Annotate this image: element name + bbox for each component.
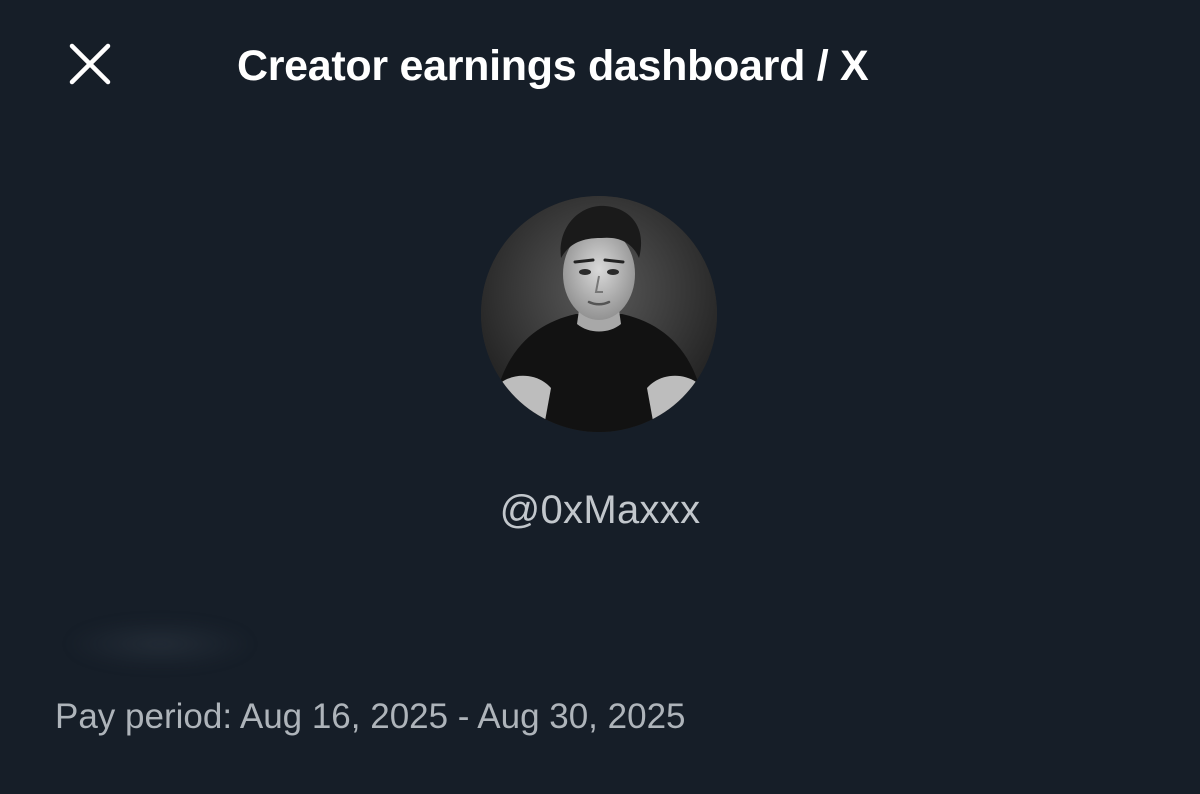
- close-button[interactable]: [62, 36, 118, 92]
- profile-avatar-image: [481, 196, 717, 432]
- page-title: Creator earnings dashboard / X: [237, 42, 869, 90]
- blurred-earnings-amount: [70, 620, 250, 668]
- avatar[interactable]: [481, 196, 717, 432]
- pay-period-text: Pay period: Aug 16, 2025 - Aug 30, 2025: [55, 697, 686, 736]
- profile-handle: @0xMaxxx: [499, 488, 701, 532]
- header-bar: Creator earnings dashboard / X: [0, 0, 1200, 130]
- close-icon: [69, 43, 111, 85]
